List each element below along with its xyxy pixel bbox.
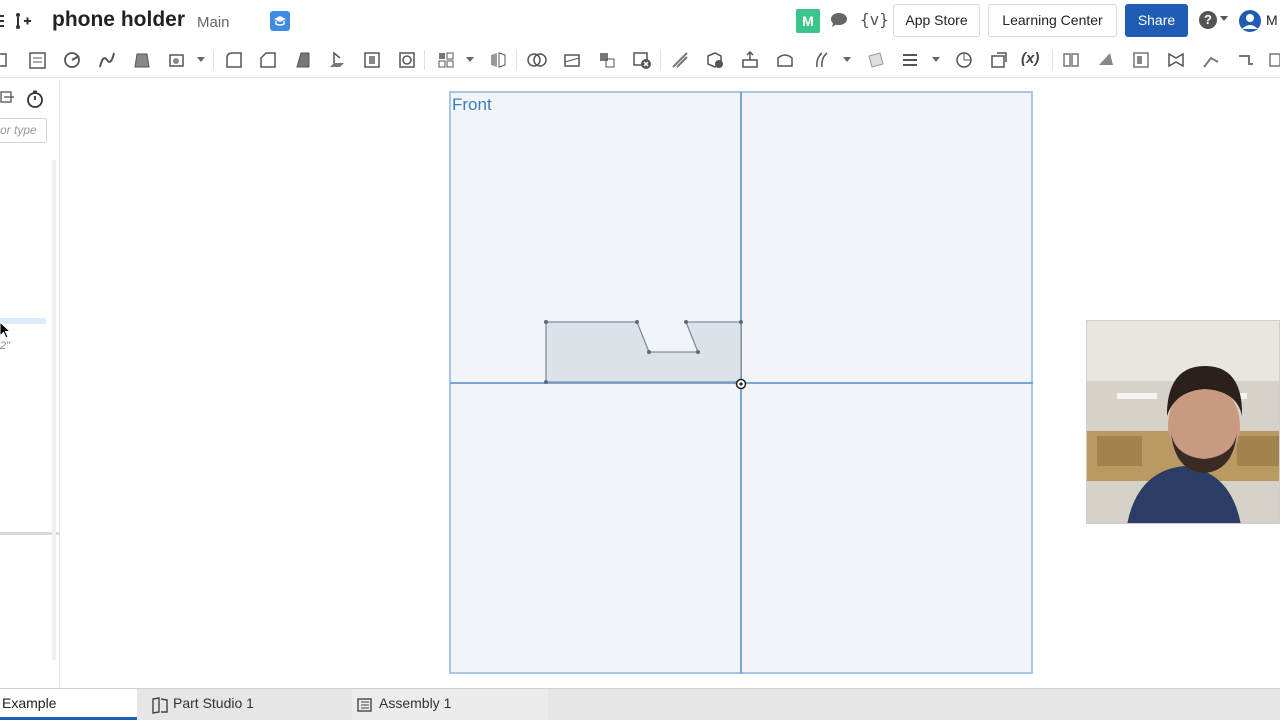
- tab-icon[interactable]: [1131, 50, 1151, 70]
- toolbar-divider: [1052, 50, 1053, 70]
- chevron-down-icon[interactable]: [197, 57, 205, 62]
- mouse-cursor-icon: [0, 321, 12, 345]
- chevron-down-icon[interactable]: [843, 57, 851, 62]
- linear-pattern-icon[interactable]: [436, 50, 456, 70]
- more-icon[interactable]: [1268, 50, 1280, 70]
- sheet-metal-icon[interactable]: [1061, 50, 1081, 70]
- mirror-icon[interactable]: [488, 50, 508, 70]
- help-icon[interactable]: ?: [1199, 11, 1217, 29]
- fillet-icon[interactable]: [224, 50, 244, 70]
- hole-icon[interactable]: [362, 50, 382, 70]
- move-face-icon[interactable]: [740, 50, 760, 70]
- plane-label: Front: [452, 95, 492, 114]
- tab-assembly[interactable]: Assembly 1: [352, 689, 548, 720]
- toolbar-divider: [660, 50, 661, 70]
- pattern-icon[interactable]: [397, 50, 417, 70]
- tab-part-studio[interactable]: Part Studio 1 M: [147, 689, 482, 723]
- delete-part-icon[interactable]: [632, 50, 652, 70]
- boolean-icon[interactable]: [527, 50, 547, 70]
- helix-icon[interactable]: [954, 50, 974, 70]
- sketch-icon[interactable]: [28, 50, 48, 70]
- user-avatar-icon[interactable]: [1238, 9, 1262, 33]
- version-badge[interactable]: M: [796, 9, 820, 33]
- flange-icon[interactable]: [1096, 50, 1116, 70]
- toolbar-divider: [213, 50, 214, 70]
- origin-icon[interactable]: [735, 377, 747, 395]
- bend-icon[interactable]: [1201, 50, 1221, 70]
- tab-label: Assembly 1: [379, 695, 452, 711]
- feature-toolbar: (x): [0, 42, 1280, 78]
- part-studio-icon: [150, 695, 170, 723]
- draft-icon[interactable]: [293, 50, 313, 70]
- chevron-down-icon[interactable]: [932, 57, 940, 62]
- partial-tool-icon[interactable]: [0, 50, 12, 70]
- chevron-down-icon[interactable]: [466, 57, 474, 62]
- branch-label[interactable]: Main: [197, 14, 230, 31]
- transform-icon[interactable]: [597, 50, 617, 70]
- replace-face-icon[interactable]: [775, 50, 795, 70]
- education-icon[interactable]: [270, 11, 290, 31]
- panel-divider[interactable]: [0, 532, 60, 535]
- filter-input[interactable]: or type: [0, 118, 47, 143]
- tab-bar: Example Part Studio 1 M Assembly 1: [0, 688, 1280, 720]
- frame-icon[interactable]: [1236, 50, 1256, 70]
- variables-icon[interactable]: {v}: [860, 10, 889, 29]
- document-title[interactable]: phone holder: [52, 8, 185, 32]
- split-icon[interactable]: [562, 50, 582, 70]
- add-feature-icon[interactable]: [14, 11, 32, 36]
- offset-surface-icon[interactable]: [813, 50, 833, 70]
- chevron-down-icon[interactable]: [1220, 16, 1228, 21]
- mate-connector-icon[interactable]: [900, 50, 920, 70]
- loft-icon[interactable]: [132, 50, 152, 70]
- sweep-icon[interactable]: [97, 50, 117, 70]
- chamfer-icon[interactable]: [258, 50, 278, 70]
- toolbar-divider: [424, 50, 425, 70]
- tab-example[interactable]: Example: [0, 689, 137, 720]
- toolbar-divider: [516, 50, 517, 70]
- learning-center-button[interactable]: Learning Center: [988, 4, 1117, 37]
- user-name[interactable]: M: [1266, 12, 1278, 28]
- finish-icon[interactable]: [1166, 50, 1186, 70]
- delete-face-icon[interactable]: [705, 50, 725, 70]
- webcam-video: [1086, 320, 1280, 524]
- tab-label: Example: [2, 695, 57, 711]
- thicken-icon[interactable]: [167, 50, 187, 70]
- menu-icon[interactable]: [0, 12, 6, 30]
- feature-list-panel: or type 2": [0, 80, 60, 688]
- variable-icon[interactable]: (x): [1021, 50, 1049, 70]
- comment-icon[interactable]: [829, 11, 849, 34]
- modify-fillet-icon[interactable]: [670, 50, 690, 70]
- tab-label: Part Studio 1: [173, 695, 254, 711]
- shell-icon[interactable]: [327, 50, 347, 70]
- import-icon[interactable]: [989, 50, 1009, 70]
- share-button[interactable]: Share: [1125, 4, 1188, 37]
- list-icon[interactable]: [0, 91, 16, 110]
- panel-scrollbar[interactable]: [52, 160, 56, 660]
- sketch-profile[interactable]: [540, 315, 750, 395]
- top-bar: phone holder Main M {v} App Store Learni…: [0, 0, 1280, 42]
- assembly-icon: [355, 695, 375, 723]
- revolve-icon[interactable]: [62, 50, 82, 70]
- plane-icon[interactable]: [866, 50, 886, 70]
- stopwatch-icon[interactable]: [26, 90, 44, 113]
- app-store-button[interactable]: App Store: [893, 4, 980, 37]
